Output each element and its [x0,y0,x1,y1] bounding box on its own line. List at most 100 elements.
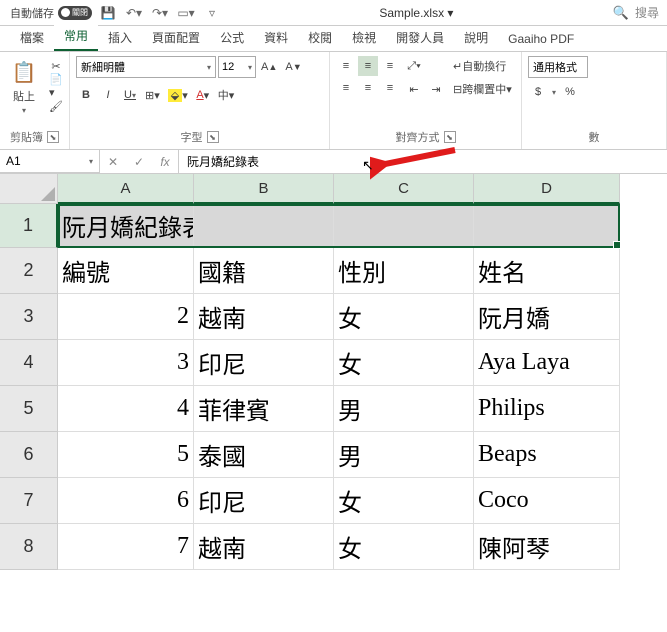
row-header-3[interactable]: 3 [0,294,58,340]
row-header-5[interactable]: 5 [0,386,58,432]
row-header-7[interactable]: 7 [0,478,58,524]
cell-D3[interactable]: 阮月嬌 [474,294,620,340]
copy-button[interactable]: 📄▾ [46,76,66,96]
align-left-button[interactable]: ≡ [336,78,356,98]
tab-公式[interactable]: 公式 [210,24,254,51]
align-launcher[interactable]: ⬊ [444,131,456,143]
formula-input[interactable]: 阮月嬌紀錄表 [179,150,667,173]
cell-D6[interactable]: Beaps [474,432,620,478]
increase-font-button[interactable]: A▲ [258,57,280,77]
cell-B6[interactable]: 泰國 [194,432,334,478]
cell-A2[interactable]: 編號 [58,248,194,294]
cell-D2[interactable]: 姓名 [474,248,620,294]
tab-常用[interactable]: 常用 [54,22,98,51]
fill-color-button[interactable]: ⬙▾ [165,85,191,105]
cell-D5[interactable]: Philips [474,386,620,432]
cell-C6[interactable]: 男 [334,432,474,478]
qat-dropdown-icon[interactable]: ▿ [204,5,220,21]
cell-C8[interactable]: 女 [334,524,474,570]
tab-說明[interactable]: 說明 [454,24,498,51]
cell-A4[interactable]: 3 [58,340,194,386]
name-box[interactable]: A1▾ [0,150,100,173]
select-all-corner[interactable] [0,174,58,204]
enter-formula-button[interactable]: ✓ [126,155,152,169]
underline-button[interactable]: U ▾ [120,85,140,105]
row-header-8[interactable]: 8 [0,524,58,570]
tab-開發人員[interactable]: 開發人員 [386,24,454,51]
cell-C5[interactable]: 男 [334,386,474,432]
redo-icon[interactable]: ↷▾ [152,5,168,21]
font-name-select[interactable]: 新細明體▾ [76,56,216,78]
tab-頁面配置[interactable]: 頁面配置 [142,24,210,51]
column-header-A[interactable]: A [58,174,194,204]
autosave-toggle[interactable]: 關閉 [58,6,92,20]
orientation-button[interactable]: ⤢▾ [404,56,424,76]
font-color-button[interactable]: A▾ [193,85,213,105]
row-header-6[interactable]: 6 [0,432,58,478]
cell-A6[interactable]: 5 [58,432,194,478]
tab-插入[interactable]: 插入 [98,24,142,51]
tab-校閱[interactable]: 校閱 [298,24,342,51]
search-box[interactable]: 🔍 搜尋 [613,4,659,21]
cell-A5[interactable]: 4 [58,386,194,432]
document-title[interactable]: Sample.xlsx ▾ [220,6,613,20]
align-center-button[interactable]: ≡ [358,78,378,98]
cell-B7[interactable]: 印尼 [194,478,334,524]
cell-B4[interactable]: 印尼 [194,340,334,386]
currency-button[interactable]: $ [528,82,548,102]
number-format-select[interactable]: 通用格式 [528,56,588,78]
cell-B5[interactable]: 菲律賓 [194,386,334,432]
phonetic-button[interactable]: 中▾ [215,85,238,105]
column-header-C[interactable]: C [334,174,474,204]
save-icon[interactable]: 💾 [100,5,116,21]
tab-資料[interactable]: 資料 [254,24,298,51]
column-header-D[interactable]: D [474,174,620,204]
align-middle-button[interactable]: ≡ [358,56,378,76]
row-header-4[interactable]: 4 [0,340,58,386]
cell-C7[interactable]: 女 [334,478,474,524]
increase-indent-button[interactable]: ⇥ [426,79,446,99]
cell-A3[interactable]: 2 [58,294,194,340]
cell-C3[interactable]: 女 [334,294,474,340]
cell-B2[interactable]: 國籍 [194,248,334,294]
column-header-B[interactable]: B [194,174,334,204]
insert-function-button[interactable]: fx [152,155,178,169]
align-bottom-button[interactable]: ≡ [380,56,400,76]
decrease-indent-button[interactable]: ⇤ [404,79,424,99]
tab-檢視[interactable]: 檢視 [342,24,386,51]
align-right-button[interactable]: ≡ [380,78,400,98]
row-header-1[interactable]: 1 [0,204,58,248]
percent-button[interactable]: % [560,82,580,102]
cell-B8[interactable]: 越南 [194,524,334,570]
cell-D8[interactable]: 陳阿琴 [474,524,620,570]
align-top-button[interactable]: ≡ [336,56,356,76]
cancel-formula-button[interactable]: ✕ [100,155,126,169]
undo-icon[interactable]: ↶▾ [126,5,142,21]
row-header-2[interactable]: 2 [0,248,58,294]
cell-D4[interactable]: Aya Laya [474,340,620,386]
tab-檔案[interactable]: 檔案 [10,24,54,51]
tab-Gaaiho PDF[interactable]: Gaaiho PDF [498,27,584,51]
font-size-select[interactable]: 12▾ [218,56,256,78]
cell-A8[interactable]: 7 [58,524,194,570]
cell-A7[interactable]: 6 [58,478,194,524]
cell-D1[interactable] [474,204,620,248]
merge-center-button[interactable]: ⊟ 跨欄置中 ▾ [450,79,515,99]
font-launcher[interactable]: ⬊ [207,131,219,143]
format-painter-button[interactable]: 🖌 [46,96,66,116]
cell-B3[interactable]: 越南 [194,294,334,340]
cell-A1[interactable]: 阮月嬌紀錄表 [58,204,194,248]
cell-D7[interactable]: Coco [474,478,620,524]
italic-button[interactable]: I [98,85,118,105]
cell-C2[interactable]: 性別 [334,248,474,294]
paste-button[interactable]: 📋 貼上 ▾ [6,56,42,117]
cell-B1[interactable] [194,204,334,248]
bold-button[interactable]: B [76,85,96,105]
wrap-text-button[interactable]: ↵ 自動換行 [450,56,509,76]
cell-C1[interactable] [334,204,474,248]
border-button[interactable]: ⊞▾ [142,85,163,105]
touch-mode-icon[interactable]: ▭▾ [178,5,194,21]
cell-C4[interactable]: 女 [334,340,474,386]
decrease-font-button[interactable]: A▼ [282,57,304,77]
clipboard-launcher[interactable]: ⬊ [47,131,59,143]
